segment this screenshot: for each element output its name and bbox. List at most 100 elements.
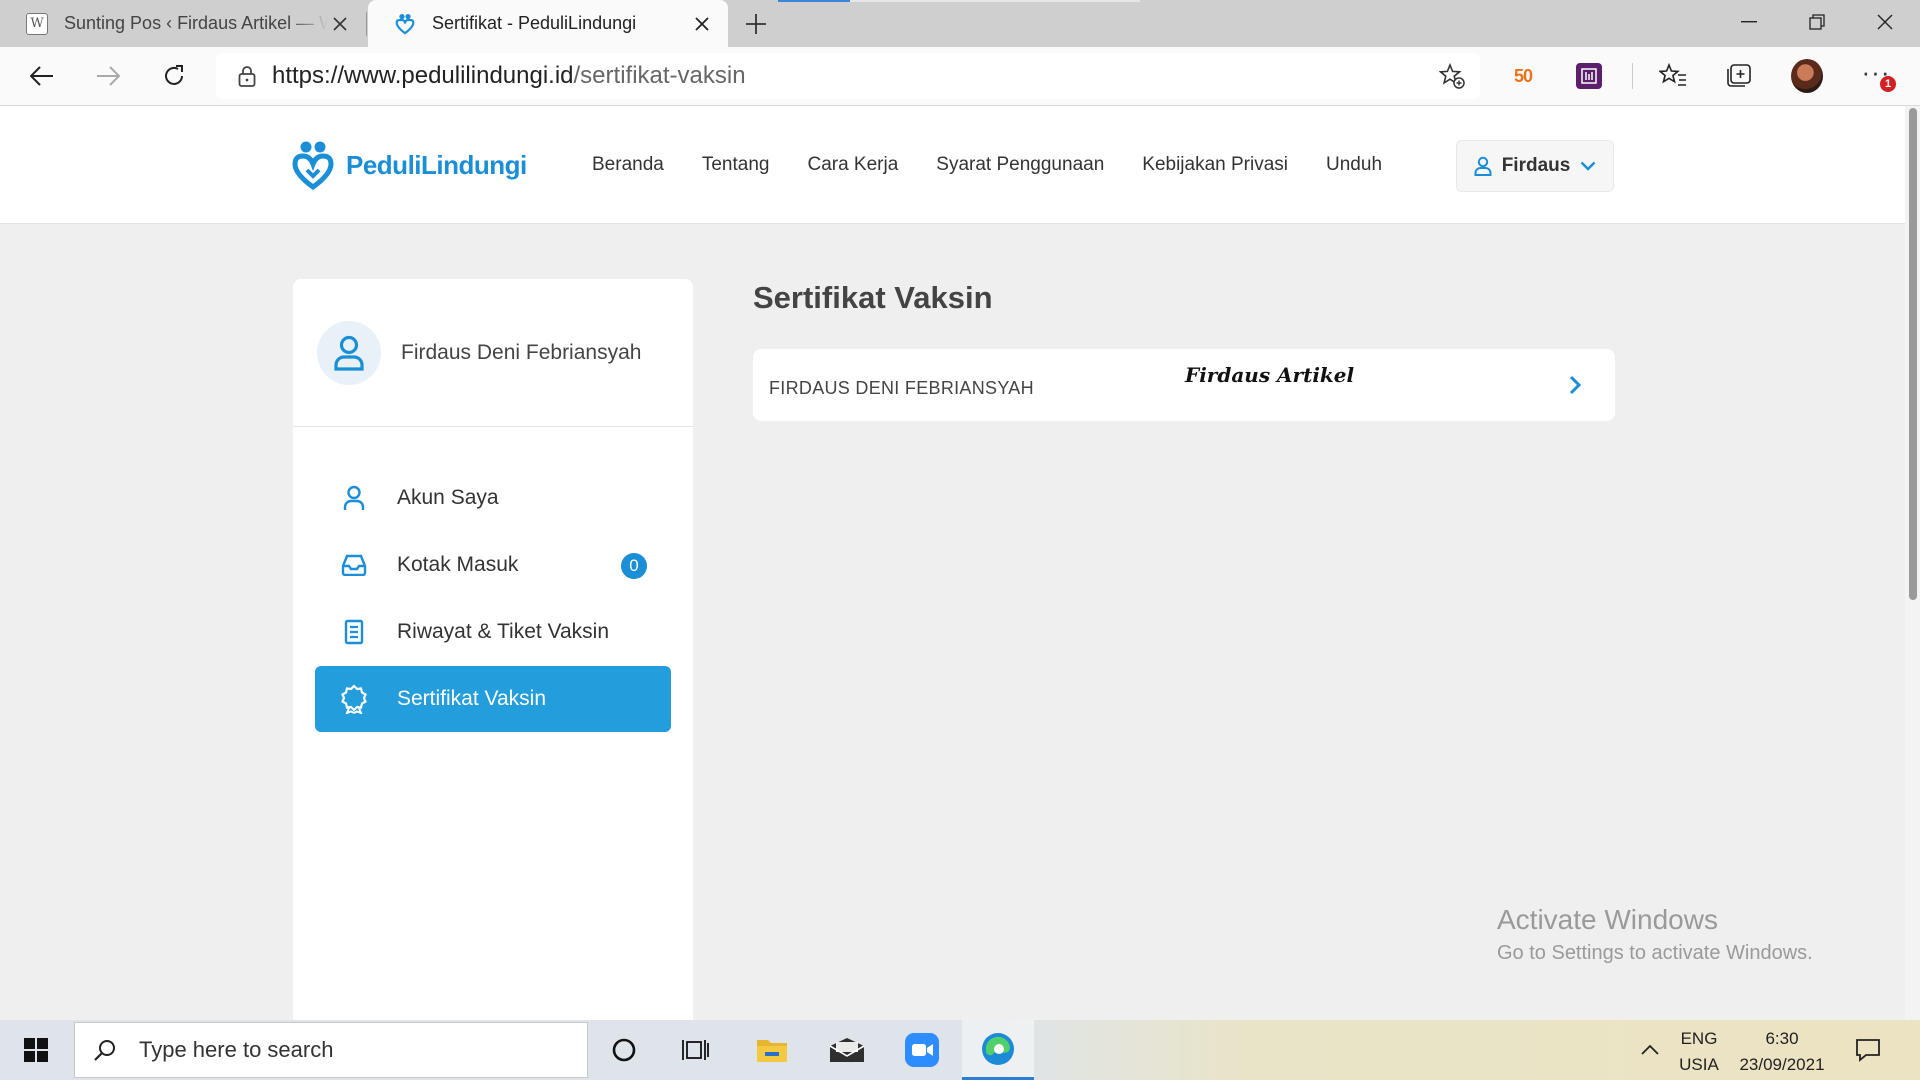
- nav-beranda[interactable]: Beranda: [592, 154, 664, 176]
- task-view-button[interactable]: [660, 1020, 732, 1080]
- sidebar-item-label: Akun Saya: [397, 486, 499, 509]
- url-text: https://www.pedulilindungi.id/sertifikat…: [272, 62, 746, 90]
- nav-cara-kerja[interactable]: Cara Kerja: [807, 154, 898, 176]
- profile-button[interactable]: [1791, 59, 1823, 93]
- user-icon: [1474, 156, 1492, 176]
- extension-purple-button[interactable]: [1573, 60, 1605, 92]
- user-name: Firdaus: [1501, 155, 1571, 176]
- sidebar-item-label: Kotak Masuk: [397, 553, 519, 576]
- nav-tentang[interactable]: Tentang: [702, 154, 770, 176]
- document-icon: [339, 617, 369, 647]
- zoom-button[interactable]: [886, 1020, 958, 1080]
- system-clock[interactable]: 6:30 23/09/2021: [1730, 1026, 1834, 1078]
- loading-track: [850, 0, 1140, 2]
- language-code: ENG: [1680, 1029, 1718, 1048]
- loading-progress: [778, 0, 850, 2]
- nav-syarat-penggunaan[interactable]: Syarat Penggunaan: [936, 154, 1104, 176]
- close-tab-icon[interactable]: [328, 12, 352, 36]
- inbox-icon: [339, 550, 369, 580]
- close-window-button[interactable]: [1852, 0, 1918, 44]
- sidebar-item-label: Riwayat & Tiket Vaksin: [397, 620, 610, 643]
- notification-icon: [1856, 1039, 1880, 1062]
- nav-kebijakan-privasi[interactable]: Kebijakan Privasi: [1142, 154, 1288, 176]
- windows-taskbar: Type here to search ENG USIA 6:30 23/09/…: [0, 1020, 1920, 1080]
- certificate-card[interactable]: FIRDAUS DENI FEBRIANSYAH Firdaus Artikel: [753, 349, 1615, 421]
- search-icon: [91, 1036, 119, 1064]
- back-button[interactable]: [22, 56, 62, 96]
- certificate-holder-name: FIRDAUS DENI FEBRIANSYAH: [769, 378, 1034, 398]
- action-center-button[interactable]: [1848, 1032, 1888, 1068]
- refresh-button[interactable]: [154, 56, 194, 96]
- extension-50-icon: 50: [1513, 65, 1533, 87]
- minimize-button[interactable]: [1716, 0, 1782, 44]
- wordpress-favicon-icon: W: [26, 12, 48, 35]
- collections-button[interactable]: [1722, 60, 1754, 92]
- main-nav: Beranda Tentang Cara Kerja Syarat Penggu…: [592, 154, 1382, 176]
- forward-button[interactable]: [88, 56, 128, 96]
- notification-badge: 1: [1880, 76, 1896, 92]
- plus-icon: [746, 14, 766, 34]
- site-logo[interactable]: PeduliLindungi: [290, 140, 527, 190]
- scrollbar-thumb[interactable]: [1909, 108, 1917, 600]
- page-scrollbar[interactable]: [1905, 106, 1920, 1020]
- toolbar-separator: [1632, 63, 1633, 89]
- activate-subtitle: Go to Settings to activate Windows.: [1497, 942, 1813, 964]
- favorites-button[interactable]: [1657, 60, 1689, 92]
- collections-icon: [1727, 64, 1751, 87]
- windows-logo-icon: [24, 1038, 48, 1062]
- minimize-icon: [1741, 21, 1757, 23]
- add-favorite-button[interactable]: [1438, 62, 1466, 90]
- arrow-right-icon: [97, 66, 120, 86]
- lock-icon[interactable]: [236, 65, 258, 87]
- browser-tab-strip: W Sunting Pos ‹ Firdaus Artikel — W Sert…: [0, 0, 1920, 47]
- sidebar-menu: Akun Saya Kotak Masuk 0 Riwayat & Tiket …: [315, 465, 671, 733]
- close-icon: [1877, 14, 1893, 30]
- cortana-button[interactable]: [588, 1020, 660, 1080]
- folder-icon: [757, 1040, 787, 1062]
- user-icon: [339, 483, 369, 513]
- input-language[interactable]: ENG USIA: [1668, 1026, 1730, 1078]
- chevron-right-icon[interactable]: [1561, 371, 1589, 399]
- user-menu-button[interactable]: Firdaus: [1456, 140, 1614, 192]
- watermark-text: Firdaus Artikel: [1185, 363, 1355, 387]
- close-tab-icon[interactable]: [690, 12, 714, 36]
- sidebar-item-riwayat-tiket[interactable]: Riwayat & Tiket Vaksin: [315, 599, 671, 665]
- avatar: [1791, 59, 1823, 93]
- sidebar-item-sertifikat-vaksin[interactable]: Sertifikat Vaksin: [315, 666, 671, 732]
- tab-sertifikat[interactable]: Sertifikat - PeduliLindungi: [368, 0, 728, 47]
- mail-button[interactable]: [811, 1020, 883, 1080]
- edge-button[interactable]: [962, 1020, 1034, 1080]
- extension-50-text: 50: [1513, 65, 1533, 86]
- restore-button[interactable]: [1784, 0, 1850, 44]
- show-hidden-icons-button[interactable]: [1636, 1038, 1664, 1062]
- avatar: [317, 320, 381, 385]
- site-header: PeduliLindungi Beranda Tentang Cara Kerj…: [0, 106, 1905, 224]
- page-title: Sertifikat Vaksin: [753, 280, 993, 315]
- sidebar-item-label: Sertifikat Vaksin: [397, 687, 546, 710]
- tab-title: Sunting Pos ‹ Firdaus Artikel — W: [64, 13, 328, 33]
- sidebar-item-akun-saya[interactable]: Akun Saya: [315, 465, 671, 531]
- address-bar[interactable]: https://www.pedulilindungi.id/sertifikat…: [216, 53, 1480, 99]
- file-explorer-button[interactable]: [736, 1020, 808, 1080]
- profile-name: Firdaus Deni Febriansyah: [401, 340, 642, 364]
- extension-50-button[interactable]: 50: [1507, 60, 1539, 92]
- profile-summary: Firdaus Deni Febriansyah: [293, 279, 693, 427]
- pedulilindungi-favicon-icon: [394, 13, 416, 35]
- inbox-count-badge: 0: [621, 553, 647, 579]
- account-sidebar: Firdaus Deni Febriansyah Akun Saya Kotak…: [293, 279, 693, 1020]
- nav-unduh[interactable]: Unduh: [1326, 154, 1382, 176]
- activate-windows-watermark: Activate Windows Go to Settings to activ…: [1497, 904, 1813, 965]
- browser-toolbar: https://www.pedulilindungi.id/sertifikat…: [0, 47, 1920, 106]
- extension-app-icon: [1576, 63, 1602, 89]
- url-path: /sertifikat-vaksin: [573, 62, 746, 89]
- sidebar-item-kotak-masuk[interactable]: Kotak Masuk 0: [315, 532, 671, 598]
- chevron-up-icon: [1641, 1044, 1659, 1055]
- start-button[interactable]: [0, 1020, 72, 1080]
- new-tab-button[interactable]: [740, 8, 772, 40]
- taskbar-search[interactable]: Type here to search: [74, 1022, 588, 1078]
- tab-sunting-pos[interactable]: W Sunting Pos ‹ Firdaus Artikel — W: [0, 0, 366, 47]
- user-icon: [334, 335, 364, 371]
- refresh-icon: [165, 65, 183, 85]
- chevron-down-icon: [1580, 161, 1596, 171]
- favorites-icon: [1659, 63, 1686, 86]
